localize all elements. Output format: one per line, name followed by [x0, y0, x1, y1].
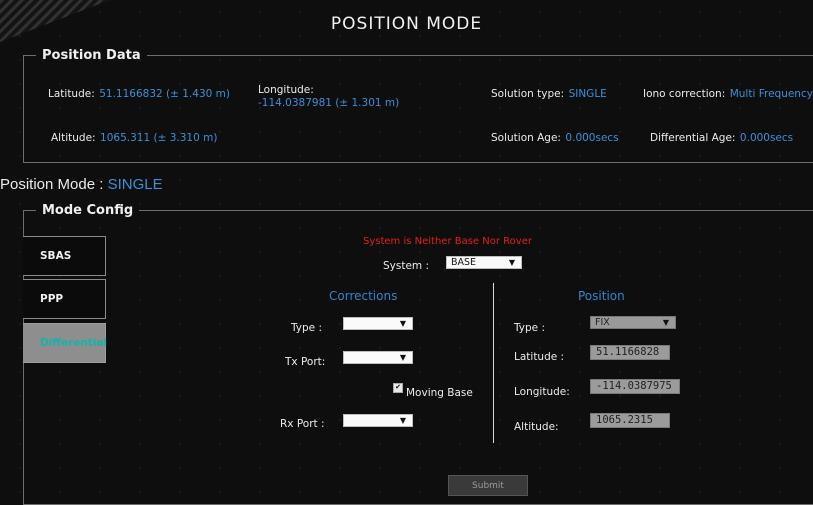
corrections-type-select[interactable]: ▼ — [343, 317, 413, 330]
position-type-select[interactable]: FIX ▼ — [590, 316, 676, 329]
altitude-label: Altitude: — [51, 132, 96, 144]
page-title: POSITION MODE — [330, 14, 483, 34]
solution-age-readout: Solution Age: 0.000secs — [491, 128, 619, 146]
latitude-readout: Latitude: 51.1166832 (± 1.430 m) — [48, 84, 230, 102]
tx-port-select[interactable]: ▼ — [343, 351, 413, 364]
longitude-value: -114.0387981 (± 1.301 m) — [258, 97, 400, 109]
longitude-label: Longitude: — [258, 84, 314, 96]
latitude-value: 51.1166832 (± 1.430 m) — [99, 88, 230, 100]
position-latitude-input[interactable]: 51.1166828 — [590, 345, 670, 360]
solution-age-label: Solution Age: — [491, 132, 561, 144]
position-latitude-label: Latitude : — [514, 351, 565, 363]
tx-port-label: Tx Port: — [285, 356, 326, 368]
solution-type-readout: Solution type: SINGLE — [491, 84, 607, 102]
position-altitude-input[interactable]: 1065.2315 — [590, 413, 670, 428]
iono-correction-label: Iono correction: — [643, 88, 726, 100]
chevron-down-icon: ▼ — [399, 319, 406, 328]
iono-correction-readout: Iono correction: Multi Frequency — [643, 84, 813, 102]
corrections-type-label: Type : — [291, 322, 322, 334]
position-longitude-label: Longitude: — [514, 386, 570, 398]
position-mode-label: Position Mode : — [0, 176, 104, 193]
moving-base-checkbox[interactable]: ✔ — [393, 383, 403, 393]
chevron-down-icon: ▼ — [662, 318, 669, 327]
position-type-value: FIX — [595, 317, 610, 328]
position-altitude-label: Altitude: — [514, 421, 559, 433]
altitude-value: 1065.311 (± 3.310 m) — [100, 132, 218, 144]
tab-ppp[interactable]: PPP — [23, 279, 106, 319]
system-select[interactable]: BASE ▼ — [446, 256, 522, 269]
tab-differential[interactable]: Differential — [23, 323, 107, 363]
system-label: System : — [383, 260, 430, 272]
rx-port-select[interactable]: ▼ — [343, 414, 413, 427]
rx-port-label: Rx Port : — [280, 418, 325, 430]
tab-sbas[interactable]: SBAS — [23, 236, 106, 276]
moving-base-label: Moving Base — [406, 387, 473, 399]
chevron-down-icon: ▼ — [399, 416, 406, 425]
iono-correction-value: Multi Frequency — [729, 88, 813, 100]
position-data-legend: Position Data — [42, 48, 141, 63]
system-warning: System is Neither Base Nor Rover — [363, 236, 532, 247]
solution-type-value: SINGLE — [568, 88, 607, 100]
chevron-down-icon: ▼ — [508, 258, 515, 267]
solution-type-label: Solution type: — [491, 88, 565, 100]
differential-age-readout: Differential Age: 0.000secs — [650, 128, 793, 146]
mode-config-group: Mode Config — [23, 203, 813, 505]
position-type-label: Type : — [514, 322, 545, 334]
differential-age-label: Differential Age: — [650, 132, 736, 144]
position-longitude-input[interactable]: -114.0387975 — [590, 379, 680, 394]
chevron-down-icon: ▼ — [399, 353, 406, 362]
position-mode-heading: Position Mode : SINGLE — [0, 176, 163, 193]
solution-age-value: 0.000secs — [565, 132, 619, 144]
column-divider — [493, 283, 494, 443]
position-header: Position — [578, 289, 625, 303]
altitude-readout: Altitude: 1065.311 (± 3.310 m) — [51, 128, 217, 146]
system-select-value: BASE — [451, 257, 477, 268]
corrections-header: Corrections — [329, 289, 398, 303]
position-mode-value: SINGLE — [107, 176, 163, 193]
mode-config-legend: Mode Config — [42, 203, 134, 218]
submit-button[interactable]: Submit — [448, 475, 528, 496]
latitude-label: Latitude: — [48, 88, 95, 100]
differential-age-value: 0.000secs — [739, 132, 794, 144]
